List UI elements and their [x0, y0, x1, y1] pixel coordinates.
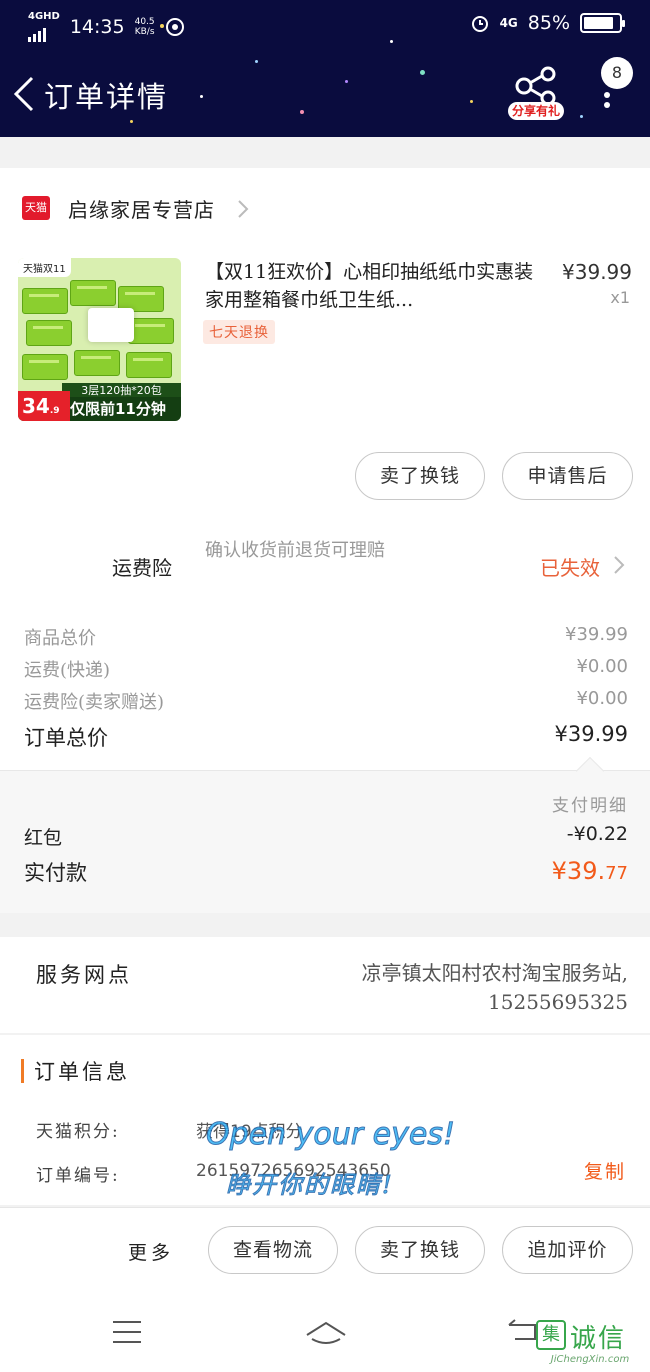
fee-value: ¥0.00 — [576, 688, 628, 709]
back-icon[interactable] — [10, 74, 38, 114]
sell-for-cash-button[interactable]: 卖了换钱 — [355, 452, 485, 500]
battery-icon — [580, 13, 625, 33]
app-header: 4GHD 14:35 40.5 KB/s 4G 85% 订单详情 分享有礼 8 — [0, 0, 650, 137]
chevron-right-icon[interactable] — [236, 198, 250, 220]
fee-value: ¥39.99 — [565, 624, 628, 645]
pointer-arrow — [575, 756, 605, 786]
image-price-sub: .9 — [49, 406, 60, 416]
tissue-visual — [88, 308, 134, 342]
image-price-main: 34 — [22, 394, 50, 418]
fee-label: 商品总价 — [24, 628, 96, 649]
share-icon — [515, 66, 556, 106]
fee-label: 运费(快递) — [24, 660, 111, 681]
product-image-tag: 天猫双11 — [18, 258, 71, 277]
sell-for-cash-button[interactable]: 卖了换钱 — [355, 1226, 485, 1274]
payment-details: 支付明细 红包 -¥0.22 实付款 ¥39.77 — [0, 756, 650, 913]
red-packet-value: -¥0.22 — [566, 823, 628, 845]
view-logistics-button[interactable]: 查看物流 — [208, 1226, 338, 1274]
net-speed: 40.5 KB/s — [135, 17, 155, 37]
service-point-card: 服务网点 凉亭镇太阳村农村淘宝服务站, 15255695325 — [0, 937, 650, 1033]
red-packet-row: 红包 -¥0.22 — [0, 823, 650, 855]
share-button[interactable]: 分享有礼 — [508, 66, 568, 122]
right-network: 4G — [499, 16, 518, 30]
points-label: 天猫积分: — [36, 1122, 120, 1142]
message-count-badge[interactable]: 8 — [601, 57, 633, 89]
shipping-insurance-status[interactable]: 已失效 — [540, 552, 600, 581]
network-sub: HD — [43, 11, 60, 22]
shipping-insurance-label: 运费险 — [112, 556, 172, 580]
tmall-logo: 天猫 — [22, 196, 50, 220]
shipping-insurance-desc: 确认收货前退货可理赔 — [205, 540, 385, 561]
watermark-text: 诚信 — [570, 1324, 627, 1354]
order-total-value: ¥39.99 — [554, 722, 628, 746]
share-badge: 分享有礼 — [508, 102, 564, 120]
overlay-text-en: Open your eyes! — [206, 1117, 456, 1153]
service-point-value: 凉亭镇太阳村农村淘宝服务站, 15255695325 — [248, 959, 628, 1017]
actual-payment-row: 实付款 ¥39.77 — [0, 857, 650, 889]
chevron-right-icon[interactable] — [612, 554, 626, 576]
actual-payment-value: ¥39.77 — [552, 857, 628, 885]
actual-payment-main: ¥39. — [551, 857, 606, 885]
product-image-price: 34.9 — [18, 391, 70, 421]
watermark-url: JiChengXin.com — [550, 1354, 630, 1365]
after-sale-button[interactable]: 申请售后 — [502, 452, 633, 500]
service-point-phone[interactable]: 15255695325 — [248, 988, 628, 1017]
shop-name[interactable]: 启缘家居专营店 — [68, 194, 215, 223]
home-icon[interactable] — [303, 1317, 349, 1347]
product-image[interactable]: 天猫双11 3层120抽*20包 仅限前11分钟 34.9 — [18, 258, 181, 421]
product-quantity: x1 — [610, 288, 630, 307]
order-total-label: 订单总价 — [24, 726, 108, 750]
battery-percent: 85% — [527, 12, 570, 34]
overlay-text-cn: 睁开你的眼睛! — [226, 1171, 394, 1200]
fee-value: ¥0.00 — [576, 656, 628, 677]
spiral-icon — [165, 18, 184, 36]
product-price: ¥39.99 — [562, 260, 632, 284]
copy-button[interactable]: 复制 — [584, 1157, 626, 1184]
site-watermark: 集 诚信 JiChengXin.com — [530, 1318, 650, 1372]
order-total-row: 订单总价 ¥39.99 — [0, 720, 650, 754]
status-time: 14:35 — [69, 16, 125, 38]
watermark-badge: 集 — [536, 1320, 566, 1350]
return-policy-tag: 七天退换 — [203, 320, 275, 344]
more-button[interactable]: 更多 — [128, 1238, 174, 1265]
section-accent-bar — [21, 1059, 24, 1083]
more-menu-icon[interactable] — [602, 92, 612, 116]
fee-row: 商品总价 ¥39.99 — [0, 622, 650, 652]
bottom-action-bar: 更多 查看物流 卖了换钱 追加评价 — [0, 1207, 650, 1295]
red-packet-label: 红包 — [24, 827, 63, 849]
order-number-label: 订单编号: — [36, 1166, 120, 1186]
add-review-button[interactable]: 追加评价 — [502, 1226, 633, 1274]
fee-row: 运费(快递) ¥0.00 — [0, 654, 650, 684]
menu-icon[interactable] — [110, 1317, 144, 1347]
order-card: 天猫 启缘家居专营店 天猫双11 3层120抽*20包 仅限前11分钟 34.9… — [0, 168, 650, 913]
net-speed-value: 40.5 — [134, 17, 155, 27]
alarm-icon — [471, 16, 488, 32]
payment-detail-label: 支付明细 — [552, 796, 628, 816]
net-speed-unit: KB/s — [134, 27, 155, 37]
fee-label: 运费险(卖家赠送) — [24, 692, 165, 713]
fee-row: 运费险(卖家赠送) ¥0.00 — [0, 686, 650, 716]
network-type: 4G — [28, 11, 44, 22]
page-title: 订单详情 — [44, 80, 169, 114]
status-bar: 4GHD 14:35 40.5 KB/s 4G 85% — [0, 0, 650, 52]
actual-payment-label: 实付款 — [24, 861, 87, 885]
signal-icon — [28, 22, 46, 42]
service-point-label: 服务网点 — [36, 963, 132, 987]
service-point-name: 凉亭镇太阳村农村淘宝服务站, — [361, 961, 628, 985]
product-title[interactable]: 【双11狂欢价】心相印抽纸纸巾实惠装家用整箱餐巾纸卫生纸... — [205, 258, 535, 314]
actual-payment-cents: 77 — [605, 863, 628, 884]
order-info-title: 订单信息 — [34, 1060, 130, 1084]
